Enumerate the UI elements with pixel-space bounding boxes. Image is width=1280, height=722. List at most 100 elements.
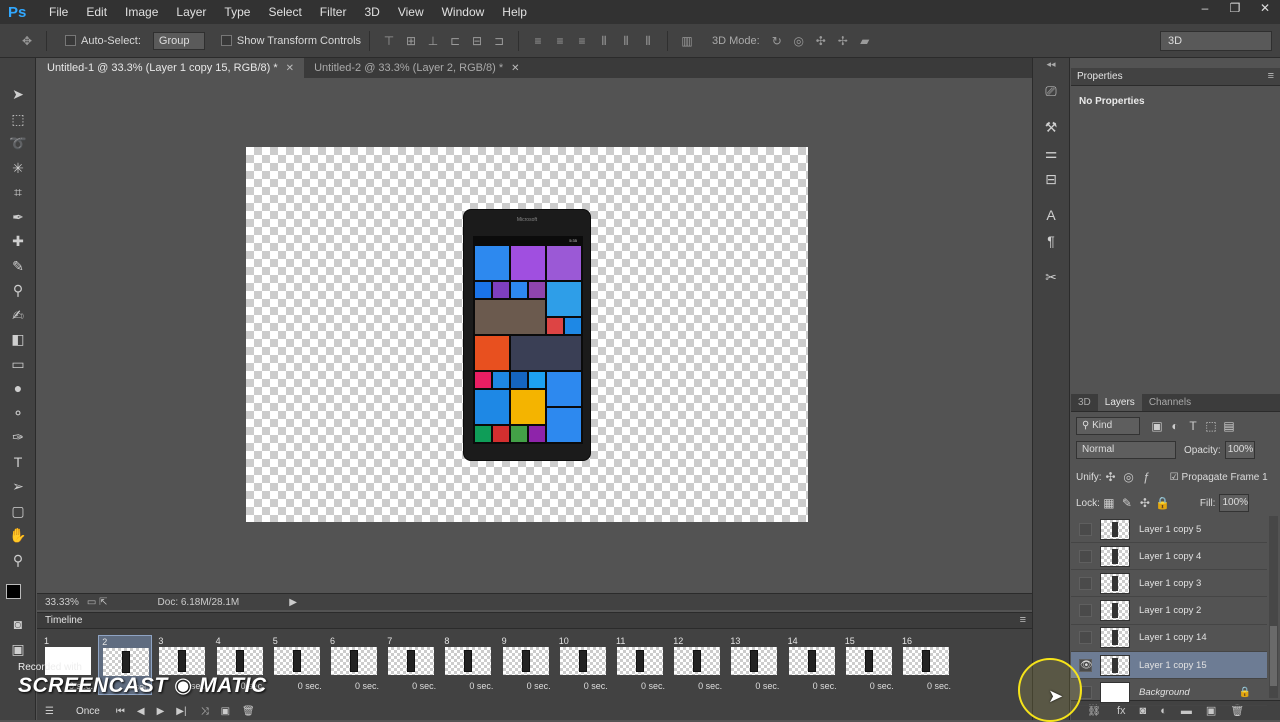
menu-view[interactable]: View (389, 5, 433, 19)
dodge-tool-icon[interactable]: ⚬ (0, 401, 36, 426)
close-icon[interactable]: ✕ (286, 59, 294, 78)
lock-transparency-icon[interactable]: ▦ (1100, 496, 1118, 510)
menu-select[interactable]: Select (259, 5, 310, 19)
menu-layer[interactable]: Layer (167, 5, 215, 19)
pen-tool-icon[interactable]: ✑ (0, 425, 36, 450)
prev-frame-icon[interactable]: ◀ (137, 706, 145, 717)
align-top-icon[interactable]: ⊤ (380, 32, 398, 50)
lock-all-icon[interactable]: 🔒 (1154, 496, 1172, 510)
tab-layers[interactable]: Layers (1097, 394, 1142, 411)
3d-roll-icon[interactable]: ◎ (790, 32, 808, 50)
timeline-frame[interactable]: 7 0 sec. (384, 635, 438, 695)
fill-input[interactable]: 100% (1219, 494, 1250, 512)
layer-row[interactable]: Layer 1 copy 3 (1071, 570, 1267, 598)
scrollbar-thumb[interactable] (1270, 626, 1277, 686)
eraser-tool-icon[interactable]: ◧ (0, 327, 36, 352)
eyedropper-tool-icon[interactable]: ✒ (0, 205, 36, 230)
quick-mask-icon[interactable]: ◙ (0, 612, 36, 637)
align-vcenter-icon[interactable]: ⊞ (402, 32, 420, 50)
tween-icon[interactable]: ⤨ (201, 706, 209, 717)
blur-tool-icon[interactable]: ● (0, 376, 36, 401)
layers-scrollbar[interactable] (1269, 516, 1278, 698)
document-canvas[interactable]: Microsoft 5:35 (246, 147, 808, 522)
adjustment-filter-icon[interactable]: ◐ (1166, 419, 1184, 433)
status-icons[interactable]: ▭ ⇱ (87, 597, 108, 608)
brush-presets-icon[interactable]: ✂ (1033, 264, 1069, 290)
new-group-icon[interactable]: ▬ (1181, 705, 1192, 717)
panel-menu-icon[interactable]: ≡ (1020, 614, 1026, 626)
visibility-eye-icon[interactable] (1079, 604, 1092, 618)
type-tool-icon[interactable]: T (0, 450, 36, 475)
restore-button[interactable]: ❐ (1220, 0, 1250, 18)
unify-visibility-icon[interactable]: ◎ (1120, 470, 1138, 484)
zoom-level[interactable]: 33.33% (45, 597, 79, 608)
auto-select-checkbox[interactable] (65, 35, 76, 46)
add-mask-icon[interactable]: ◙ (1140, 705, 1147, 717)
pixel-filter-icon[interactable]: ▣ (1148, 419, 1166, 433)
tool-presets-icon[interactable]: ⚒ (1033, 114, 1069, 140)
3d-scale-icon[interactable]: ▰ (856, 32, 874, 50)
path-selection-tool-icon[interactable]: ➢ (0, 474, 36, 499)
frame-delay[interactable]: 0 sec. (560, 681, 608, 691)
lock-position-icon[interactable]: ✣ (1136, 496, 1154, 510)
character-panel-icon[interactable]: A (1033, 202, 1069, 228)
tab-untitled-2[interactable]: Untitled-2 @ 33.3% (Layer 2, RGB/8) * ✕ (304, 58, 529, 78)
marquee-tool-icon[interactable]: ⬚ (0, 107, 36, 132)
menu-type[interactable]: Type (215, 5, 259, 19)
3d-slide-icon[interactable]: ✢ (834, 32, 852, 50)
distribute-vcenter-icon[interactable]: ≡ (551, 32, 569, 50)
tab-untitled-1[interactable]: Untitled-1 @ 33.3% (Layer 1 copy 15, RGB… (37, 58, 305, 78)
tab-3d[interactable]: 3D (1071, 394, 1098, 411)
menu-image[interactable]: Image (116, 5, 167, 19)
propagate-checkbox[interactable]: ☑ (1170, 472, 1179, 483)
show-transform-checkbox[interactable] (220, 35, 232, 46)
workspace-dropdown[interactable]: 3D (1160, 31, 1272, 51)
delete-frame-icon[interactable]: 🗑 (242, 706, 255, 717)
timeline-frame[interactable]: 10 0 sec. (556, 635, 610, 695)
properties-title[interactable]: Properties (1077, 71, 1123, 82)
visibility-eye-icon[interactable] (1079, 522, 1092, 536)
history-brush-tool-icon[interactable]: ✍ (0, 303, 36, 328)
layer-row[interactable]: Background 🔒 (1071, 679, 1267, 707)
type-filter-icon[interactable]: T (1184, 419, 1202, 433)
align-right-icon[interactable]: ⊐ (490, 32, 508, 50)
distribute-top-icon[interactable]: ≡ (529, 32, 547, 50)
status-menu-arrow-icon[interactable]: ▶ (289, 597, 297, 608)
kind-filter-select[interactable]: ⚲ Kind (1076, 417, 1140, 435)
menu-edit[interactable]: Edit (77, 5, 116, 19)
3d-pan-icon[interactable]: ✣ (812, 32, 830, 50)
gradient-tool-icon[interactable]: ▭ (0, 352, 36, 377)
auto-select-dropdown[interactable]: Group (152, 31, 205, 50)
lasso-tool-icon[interactable]: ➰ (0, 131, 36, 156)
blend-mode-select[interactable]: Normal (1076, 441, 1176, 459)
color-swatches[interactable] (0, 572, 35, 607)
layer-comps-icon[interactable]: ⊟ (1033, 166, 1069, 192)
lock-pixels-icon[interactable]: ✎ (1118, 496, 1136, 510)
magic-wand-tool-icon[interactable]: ✳ (0, 156, 36, 181)
tab-channels[interactable]: Channels (1142, 394, 1198, 411)
align-hcenter-icon[interactable]: ⊟ (468, 32, 486, 50)
menu-filter[interactable]: Filter (311, 5, 356, 19)
frame-delay[interactable]: 0 sec. (731, 681, 779, 691)
align-bottom-icon[interactable]: ⊥ (424, 32, 442, 50)
timeline-frame[interactable]: 13 0 sec. (727, 635, 781, 695)
layer-row[interactable]: Layer 1 copy 2 (1071, 598, 1267, 625)
menu-3d[interactable]: 3D (355, 5, 388, 19)
clone-stamp-tool-icon[interactable]: ⚲ (0, 278, 36, 303)
unify-position-icon[interactable]: ✣ (1102, 470, 1120, 484)
close-icon[interactable]: ✕ (511, 59, 519, 78)
distribute-hcenter-icon[interactable]: ⦀ (617, 32, 635, 50)
frame-delay[interactable]: 0 sec. (503, 681, 551, 691)
play-icon[interactable]: ▶ (157, 706, 165, 717)
unify-style-icon[interactable]: ƒ (1138, 470, 1156, 484)
layer-row[interactable]: 👁 Layer 1 copy 15 (1071, 652, 1267, 679)
minimize-button[interactable]: – (1190, 0, 1220, 18)
frame-delay[interactable]: 0 sec. (903, 681, 951, 691)
timeline-frame[interactable]: 11 0 sec. (613, 635, 667, 695)
menu-window[interactable]: Window (433, 5, 494, 19)
timeline-frame[interactable]: 8 0 sec. (441, 635, 495, 695)
timeline-frame[interactable]: 14 0 sec. (785, 635, 839, 695)
frame-delay[interactable]: 0 sec. (846, 681, 894, 691)
move-tool-preset-icon[interactable]: ✥ (18, 32, 36, 50)
distribute-right-icon[interactable]: ⦀ (639, 32, 657, 50)
